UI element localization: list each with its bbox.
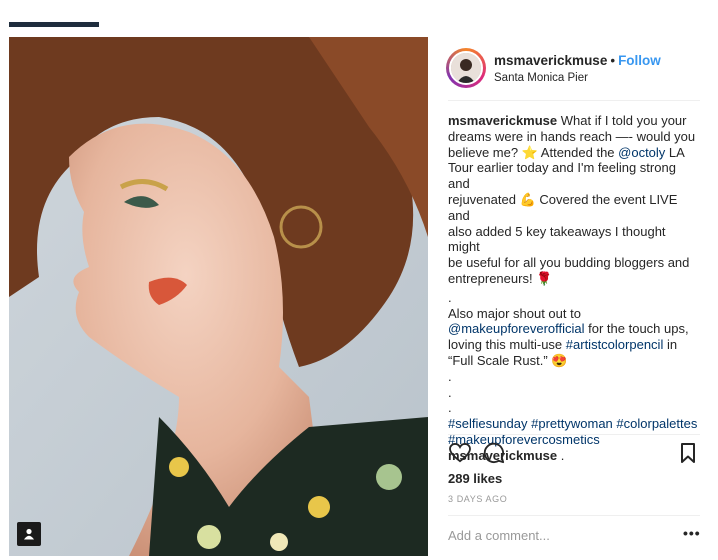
follow-button[interactable]: Follow	[618, 53, 661, 68]
avatar[interactable]	[446, 48, 486, 88]
heart-icon[interactable]	[446, 439, 474, 467]
caption-text: Also major shout out to	[448, 305, 581, 321]
caption-username[interactable]: msmaverickmuse	[448, 113, 557, 128]
caption-text: dreams were in hands reach —- would you	[448, 128, 696, 144]
caption-text: What if I told you your	[560, 113, 687, 128]
star-emoji: ⭐	[521, 144, 538, 160]
heart-eyes-emoji: 😍	[551, 352, 568, 368]
add-comment-input[interactable]: Add a comment...	[448, 528, 550, 543]
header-divider	[448, 100, 700, 101]
location-link[interactable]: Santa Monica Pier	[494, 72, 588, 84]
caption-text: rejuvenated	[448, 191, 520, 207]
hashtag-colorpalettes[interactable]: #colorpalettes	[616, 416, 697, 431]
caption-text: believe me?	[448, 144, 522, 160]
hashtag-artistcolorpencil[interactable]: #artistcolorpencil	[566, 337, 664, 352]
mention-octoly[interactable]: @octoly	[618, 145, 665, 160]
post-side-panel: msmaverickmuse • Follow Santa Monica Pier …	[428, 37, 718, 560]
caption-text: also added 5 key takeaways I thought mig…	[448, 223, 666, 255]
action-bar	[446, 439, 698, 469]
top-accent-bar	[9, 22, 99, 27]
caption-text: LA	[665, 144, 685, 160]
caption-text: for the touch ups,	[584, 321, 689, 337]
separator-dot: •	[610, 53, 616, 68]
caption-text: entrepreneurs!	[448, 270, 537, 286]
caption-dot: .	[448, 289, 452, 305]
caption-text: loving this multi-use	[448, 337, 566, 353]
post-photo[interactable]	[9, 37, 428, 556]
comment-divider	[448, 515, 700, 516]
caption-text: Attended the	[537, 144, 619, 160]
mention-makeupforever[interactable]: @makeupforeverofficial	[448, 321, 585, 336]
caption-dot: .	[448, 368, 452, 384]
more-options-icon[interactable]: •••	[683, 525, 701, 541]
header-username[interactable]: msmaverickmuse	[494, 53, 607, 68]
comment-icon[interactable]	[480, 439, 508, 467]
post-timestamp[interactable]: 3 DAYS AGO	[448, 494, 507, 504]
post-caption: msmaverickmuse What if I told you your d…	[448, 113, 700, 479]
hashtag-selfiesunday[interactable]: #selfiesunday	[448, 416, 528, 431]
caption-text: “Full Scale Rust.”	[448, 352, 552, 368]
bookmark-icon[interactable]	[674, 439, 702, 467]
caption-text: be useful for all you budding bloggers a…	[448, 255, 690, 271]
caption-dot: .	[448, 400, 452, 416]
likes-count[interactable]: 289 likes	[448, 471, 502, 486]
actions-divider	[448, 434, 700, 435]
caption-dot: .	[448, 384, 452, 400]
hashtag-prettywoman[interactable]: #prettywoman	[531, 416, 613, 431]
caption-text: in	[663, 337, 678, 353]
post-header: msmaverickmuse • Follow Santa Monica Pier	[428, 37, 718, 100]
tagged-user-icon[interactable]	[17, 522, 41, 546]
rose-emoji: 🌹	[536, 270, 553, 286]
flexed-arm-emoji: 💪	[519, 191, 536, 207]
caption-text: Tour earlier today and I'm feeling stron…	[448, 160, 676, 192]
header-username-row: msmaverickmuse • Follow	[494, 53, 661, 68]
